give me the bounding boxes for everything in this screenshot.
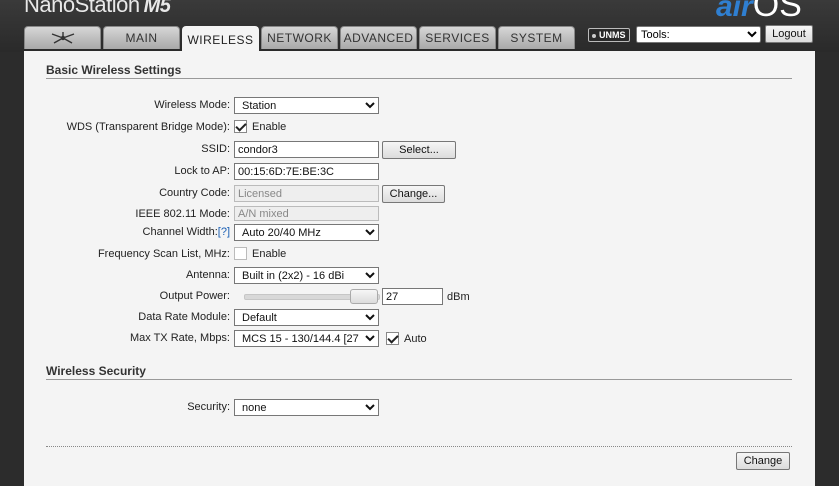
max-tx-label: Max TX Rate, Mbps: (129, 332, 230, 344)
frequency-scan-label: Frequency Scan List, MHz: (97, 248, 230, 260)
security-divider (46, 379, 792, 380)
lock-ap-input[interactable] (234, 163, 379, 180)
row-wireless-mode: Wireless Mode: Station (24, 97, 815, 115)
row-ieee-mode: IEEE 802.11 Mode: (24, 206, 815, 224)
row-frequency-scan: Frequency Scan List, MHz: Enable (24, 246, 815, 264)
change-button[interactable]: Change (736, 452, 790, 470)
output-power-label: Output Power: (159, 290, 230, 302)
airos-logo: airOS (716, 0, 802, 25)
country-code-input (234, 185, 379, 202)
tab-system[interactable]: SYSTEM (498, 26, 575, 49)
ssid-select-button[interactable]: Select... (382, 141, 456, 159)
device-brand: NanoStation M5 (24, 0, 171, 18)
max-tx-auto-checkbox[interactable] (386, 332, 399, 345)
ubiquiti-logo-icon (51, 32, 74, 44)
wds-enable-text: Enable (252, 120, 287, 133)
tab-wireless[interactable]: WIRELESS (182, 26, 259, 52)
row-antenna: Antenna: Built in (2x2) - 16 dBi (24, 267, 815, 285)
header-bar: NanoStation M5 airOS MAIN WIRELESS NETWOR… (0, 0, 839, 52)
wireless-mode-label: Wireless Mode: (154, 99, 230, 111)
data-rate-label: Data Rate Module: (138, 311, 230, 323)
tab-advanced[interactable]: ADVANCED (340, 26, 417, 49)
frequency-scan-enable-text: Enable (252, 247, 287, 260)
row-country-code: Country Code: Change... (24, 185, 815, 203)
channel-width-select[interactable]: Auto 20/40 MHz (234, 224, 379, 241)
wireless-mode-select[interactable]: Station (234, 97, 379, 114)
device-name: NanoStation (24, 0, 140, 17)
row-ssid: SSID: Select... (24, 141, 815, 159)
row-output-power: Output Power: dBm (24, 288, 815, 306)
ssid-label: SSID: (201, 143, 230, 155)
data-rate-select[interactable]: Default (234, 309, 379, 326)
country-code-label: Country Code: (159, 187, 230, 199)
row-channel-width: Channel Width:[?] Auto 20/40 MHz (24, 224, 815, 242)
max-tx-select[interactable]: MCS 15 - 130/144.4 [270 (234, 330, 379, 347)
frequency-scan-checkbox[interactable] (234, 247, 247, 260)
tab-services[interactable]: SERVICES (419, 26, 496, 49)
row-security: Security: none (24, 399, 815, 417)
row-lock-ap: Lock to AP: (24, 163, 815, 181)
basic-settings-title: Basic Wireless Settings (46, 63, 182, 77)
logout-button[interactable]: Logout (765, 25, 813, 43)
section-divider (46, 78, 792, 79)
footer-divider (46, 446, 792, 447)
row-max-tx: Max TX Rate, Mbps: MCS 15 - 130/144.4 [2… (24, 330, 815, 348)
row-wds: WDS (Transparent Bridge Mode): Enable (24, 119, 815, 137)
device-model: M5 (143, 0, 171, 17)
unms-badge[interactable]: UNMS (588, 28, 630, 42)
output-power-slider-handle[interactable] (350, 289, 378, 304)
tab-ubiquiti[interactable] (24, 26, 101, 49)
tools-select[interactable]: Tools: (636, 26, 761, 43)
row-data-rate: Data Rate Module: Default (24, 309, 815, 327)
antenna-label: Antenna: (185, 269, 230, 281)
antenna-select[interactable]: Built in (2x2) - 16 dBi (234, 267, 379, 284)
ieee-mode-label: IEEE 802.11 Mode: (135, 208, 230, 220)
channel-width-text: Channel Width: (142, 226, 218, 238)
main-tabs: MAIN WIRELESS NETWORK ADVANCED SERVICES … (24, 26, 577, 52)
wireless-settings-panel: Basic Wireless Settings Wireless Mode: S… (24, 51, 815, 486)
logo-suffix: OS (752, 0, 802, 24)
security-label: Security: (187, 401, 230, 413)
max-tx-auto-text: Auto (404, 332, 427, 345)
channel-width-help-link[interactable]: [?] (218, 226, 230, 238)
output-power-input[interactable] (382, 288, 443, 305)
output-power-unit: dBm (447, 291, 470, 303)
security-select[interactable]: none (234, 399, 379, 416)
lock-ap-label: Lock to AP: (174, 165, 230, 177)
ssid-input[interactable] (234, 141, 379, 158)
wireless-security-title: Wireless Security (46, 364, 146, 378)
wds-label: WDS (Transparent Bridge Mode): (66, 121, 230, 133)
channel-width-label: Channel Width:[?] (143, 226, 230, 238)
unms-label: UNMS (599, 30, 626, 40)
ieee-mode-input (234, 206, 379, 221)
tab-network[interactable]: NETWORK (261, 26, 338, 49)
logo-prefix: air (716, 0, 753, 23)
wds-checkbox[interactable] (234, 120, 247, 133)
tab-main[interactable]: MAIN (103, 26, 180, 49)
unms-status-icon (592, 33, 596, 38)
country-change-button[interactable]: Change... (382, 185, 445, 203)
